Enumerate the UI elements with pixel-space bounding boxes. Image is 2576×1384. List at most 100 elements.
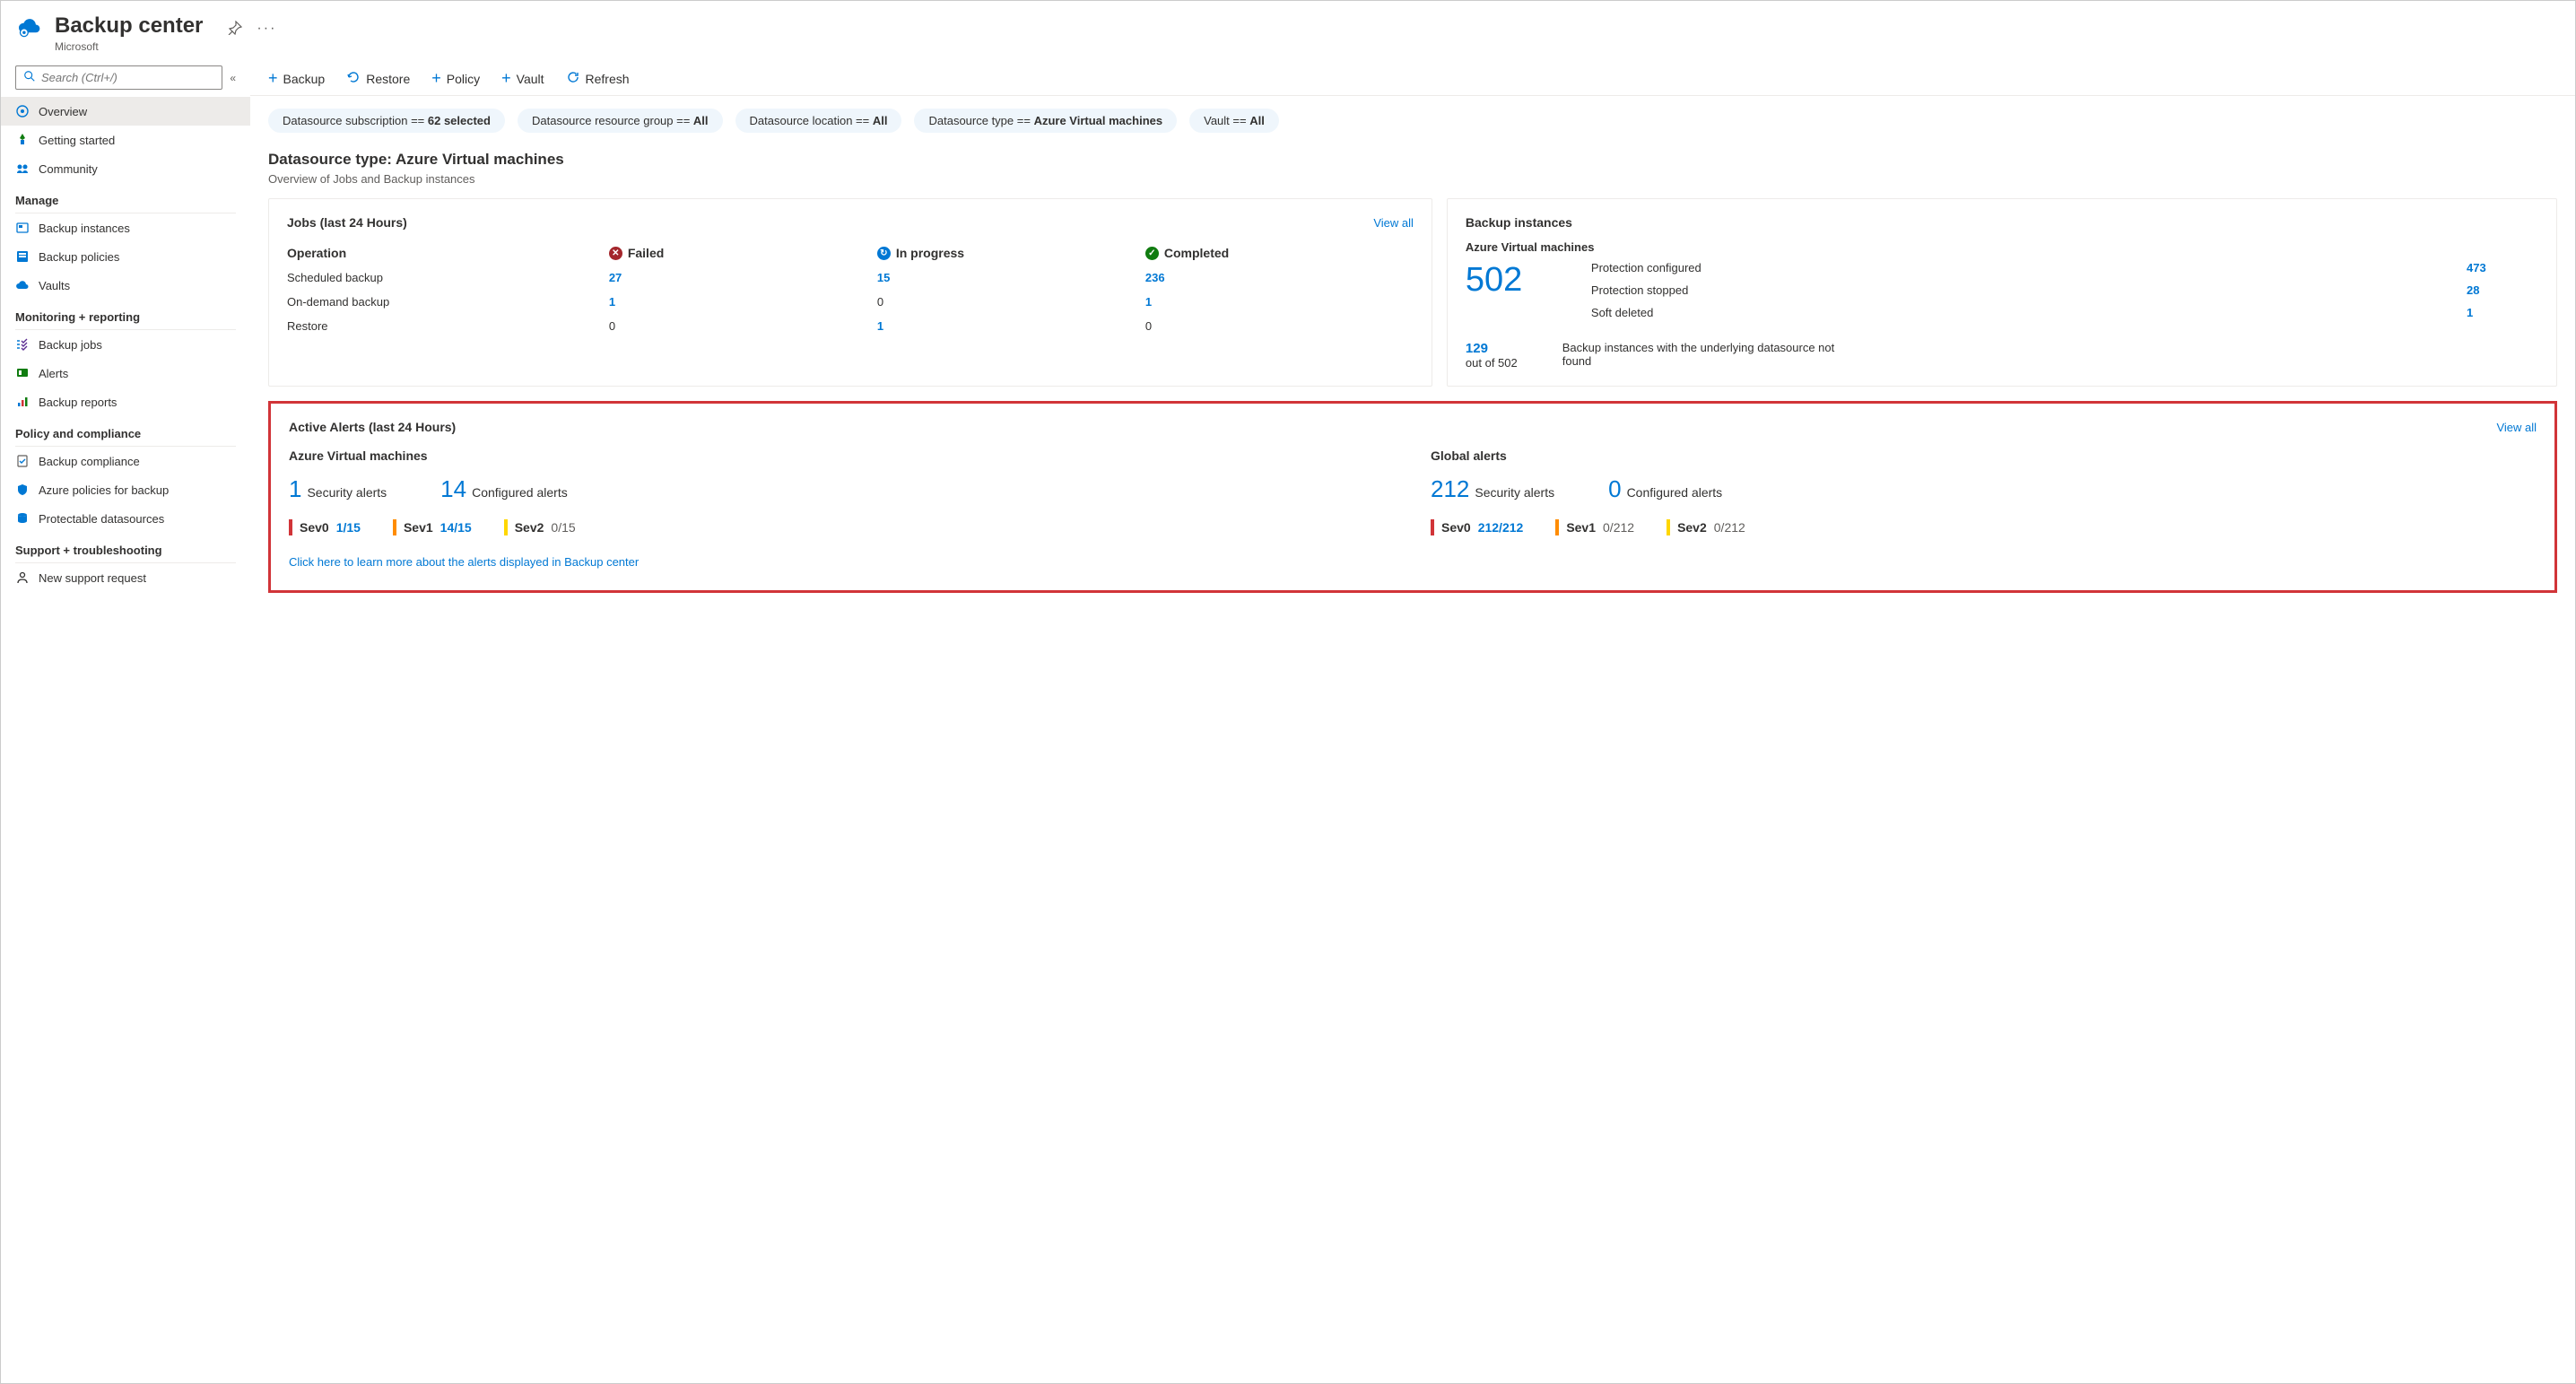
col-failed: Failed: [628, 246, 664, 260]
sev-bar-icon: [393, 519, 396, 535]
col-operation: Operation: [287, 246, 609, 260]
backup-instances-card: Backup instances Azure Virtual machines …: [1447, 198, 2557, 387]
plus-icon: +: [431, 69, 441, 88]
sidebar-item-label: Vaults: [39, 279, 70, 292]
sidebar-item-label: New support request: [39, 571, 146, 585]
plus-icon: +: [268, 69, 278, 88]
bi-card-title: Backup instances: [1466, 215, 2538, 230]
sidebar-item-protectable[interactable]: Protectable datasources: [1, 504, 250, 533]
section-title: Datasource type: Azure Virtual machines: [250, 133, 2575, 172]
jobs-row: Restore 0 1 0: [287, 314, 1414, 338]
inprogress-icon: ↻: [877, 247, 891, 260]
jobs-row: On-demand backup 1 0 1: [287, 290, 1414, 314]
sidebar-item-backup-jobs[interactable]: Backup jobs: [1, 330, 250, 359]
sev-bar-icon: [1555, 519, 1559, 535]
nav-group-policy: Policy and compliance: [1, 416, 250, 446]
vault-button[interactable]: +Vault: [501, 69, 544, 88]
page-title: Backup center: [55, 13, 203, 39]
col2-sev1[interactable]: Sev10/212: [1555, 519, 1634, 535]
protectable-icon: [15, 511, 30, 526]
backup-button[interactable]: +Backup: [268, 69, 325, 88]
restore-button[interactable]: Restore: [346, 70, 410, 87]
alerts-col1-title: Azure Virtual machines: [289, 448, 1395, 463]
alerts-icon: [15, 366, 30, 380]
alerts-col2-title: Global alerts: [1431, 448, 2537, 463]
support-icon: [15, 570, 30, 585]
pin-icon[interactable]: [228, 21, 242, 38]
bi-total[interactable]: 502: [1466, 261, 1591, 319]
col2-security-alerts[interactable]: 212Security alerts: [1431, 475, 1554, 503]
filter-vault[interactable]: Vault == All: [1189, 109, 1279, 133]
sidebar-item-label: Alerts: [39, 367, 68, 380]
bi-subtitle: Azure Virtual machines: [1466, 240, 2538, 254]
refresh-icon: [566, 70, 580, 87]
sidebar-item-label: Getting started: [39, 134, 115, 147]
sev-bar-icon: [289, 519, 292, 535]
more-icon[interactable]: ···: [257, 21, 276, 38]
col1-security-alerts[interactable]: 1Security alerts: [289, 475, 387, 503]
active-alerts-card: Active Alerts (last 24 Hours) View all A…: [268, 401, 2557, 593]
compliance-icon: [15, 454, 30, 468]
sidebar-item-getting-started[interactable]: Getting started: [1, 126, 250, 154]
toolbar: +Backup Restore +Policy +Vault Refresh: [250, 62, 2575, 96]
sidebar-item-alerts[interactable]: Alerts: [1, 359, 250, 387]
col-inprogress: In progress: [896, 246, 964, 260]
alerts-learn-more-link[interactable]: Click here to learn more about the alert…: [289, 555, 639, 569]
undo-icon: [346, 70, 361, 87]
col2-configured-alerts[interactable]: 0Configured alerts: [1608, 475, 1722, 503]
nav-group-support: Support + troubleshooting: [1, 533, 250, 562]
collapse-sidebar-icon[interactable]: «: [230, 72, 236, 84]
sidebar-item-label: Overview: [39, 105, 87, 118]
jobs-card: Jobs (last 24 Hours) View all Operation …: [268, 198, 1432, 387]
col1-sev0[interactable]: Sev01/15: [289, 519, 361, 535]
main-content: +Backup Restore +Policy +Vault Refresh D…: [250, 62, 2575, 1383]
jobs-row: Scheduled backup 27 15 236: [287, 265, 1414, 290]
filter-subscription[interactable]: Datasource subscription == 62 selected: [268, 109, 505, 133]
completed-icon: ✓: [1145, 247, 1159, 260]
sidebar-item-label: Backup reports: [39, 396, 117, 409]
col2-sev2[interactable]: Sev20/212: [1667, 519, 1745, 535]
nav-group-monitoring: Monitoring + reporting: [1, 300, 250, 329]
sidebar-item-community[interactable]: Community: [1, 154, 250, 183]
sidebar-item-backup-instances[interactable]: Backup instances: [1, 213, 250, 242]
sidebar-item-backup-reports[interactable]: Backup reports: [1, 387, 250, 416]
sidebar-item-vaults[interactable]: Vaults: [1, 271, 250, 300]
sidebar-item-label: Protectable datasources: [39, 512, 164, 526]
bi-notfound-count[interactable]: 129: [1466, 341, 1518, 356]
filter-location[interactable]: Datasource location == All: [735, 109, 902, 133]
alerts-view-all-link[interactable]: View all: [2496, 421, 2537, 434]
sev-bar-icon: [504, 519, 508, 535]
sidebar-item-backup-policies[interactable]: Backup policies: [1, 242, 250, 271]
sidebar-item-label: Backup instances: [39, 222, 130, 235]
sidebar-item-overview[interactable]: Overview: [1, 97, 250, 126]
community-icon: [15, 161, 30, 176]
sidebar-item-backup-compliance[interactable]: Backup compliance: [1, 447, 250, 475]
sidebar: « Overview Getting started Community Man…: [1, 62, 250, 1383]
col2-sev0[interactable]: Sev0212/212: [1431, 519, 1523, 535]
nav-group-manage: Manage: [1, 183, 250, 213]
filter-resource-group[interactable]: Datasource resource group == All: [518, 109, 723, 133]
policy-button[interactable]: +Policy: [431, 69, 480, 88]
refresh-button[interactable]: Refresh: [566, 70, 630, 87]
backup-center-icon: [17, 15, 42, 40]
overview-icon: [15, 104, 30, 118]
col1-configured-alerts[interactable]: 14Configured alerts: [440, 475, 568, 503]
filter-bar: Datasource subscription == 62 selected D…: [250, 96, 2575, 133]
sev-bar-icon: [1431, 519, 1434, 535]
sidebar-item-label: Backup jobs: [39, 338, 102, 352]
jobs-view-all-link[interactable]: View all: [1373, 216, 1414, 230]
failed-icon: ✕: [609, 247, 622, 260]
sidebar-item-support-request[interactable]: New support request: [1, 563, 250, 592]
col1-sev2[interactable]: Sev20/15: [504, 519, 576, 535]
col-completed: Completed: [1164, 246, 1229, 260]
jobs-card-title: Jobs (last 24 Hours): [287, 215, 407, 230]
instances-icon: [15, 221, 30, 235]
azure-policy-icon: [15, 483, 30, 497]
filter-datasource-type[interactable]: Datasource type == Azure Virtual machine…: [914, 109, 1177, 133]
search-input[interactable]: [15, 65, 222, 90]
sidebar-item-label: Backup compliance: [39, 455, 140, 468]
col1-sev1[interactable]: Sev114/15: [393, 519, 472, 535]
rocket-icon: [15, 133, 30, 147]
page-header: Backup center Microsoft ···: [1, 1, 2575, 62]
sidebar-item-azure-policies[interactable]: Azure policies for backup: [1, 475, 250, 504]
